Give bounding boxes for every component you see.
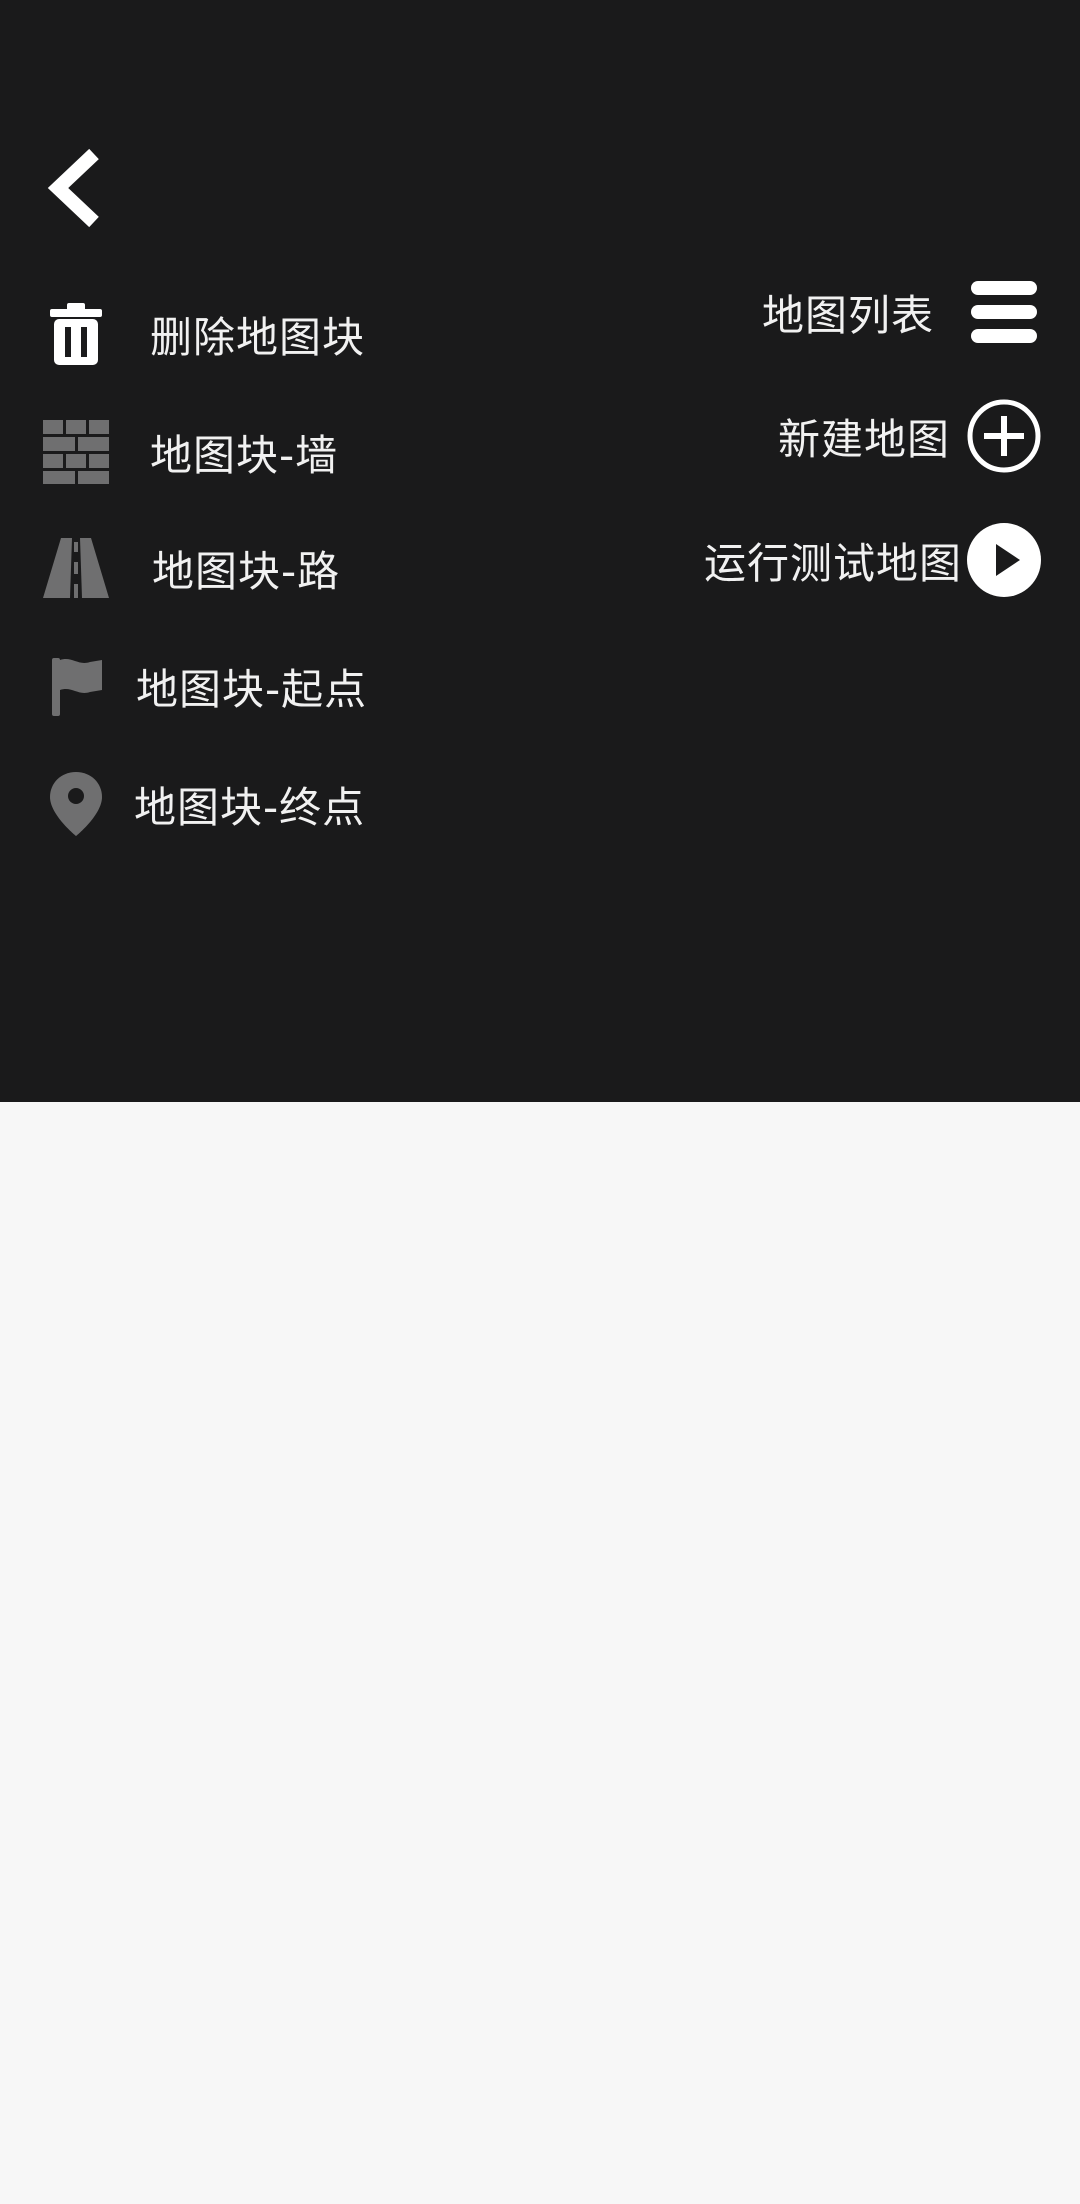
trash-icon	[38, 296, 114, 372]
new-map-button[interactable]: 新建地图	[778, 396, 1044, 476]
flag-icon	[38, 648, 114, 724]
tool-end-tile[interactable]: 地图块-终点	[38, 764, 365, 844]
hamburger-menu-icon	[964, 272, 1044, 352]
tool-delete-tile-label: 删除地图块	[150, 312, 366, 362]
new-map-label: 新建地图	[777, 414, 950, 464]
location-pin-icon	[38, 766, 114, 842]
map-list-label: 地图列表	[761, 290, 934, 340]
tool-road-tile[interactable]: 地图块-路	[38, 528, 340, 608]
back-button[interactable]	[38, 140, 114, 236]
plus-circle-icon	[964, 396, 1044, 476]
tool-start-tile-label: 地图块-起点	[136, 664, 368, 714]
tool-end-tile-label: 地图块-终点	[134, 782, 366, 832]
editor-toolbar-panel: 删除地图块 地图块-墙 地图块-路 地图块-起点 地图块-终点 地图列表 新建地…	[0, 0, 1080, 1102]
road-icon	[38, 530, 114, 606]
chevron-left-icon	[47, 148, 99, 228]
play-circle-icon	[964, 520, 1044, 600]
tool-delete-tile[interactable]: 删除地图块	[38, 294, 365, 374]
tool-start-tile[interactable]: 地图块-起点	[38, 646, 367, 726]
run-test-map-label: 运行测试地图	[703, 538, 962, 588]
tool-wall-tile[interactable]: 地图块-墙	[38, 412, 338, 492]
map-canvas[interactable]	[0, 1102, 1080, 2204]
tool-road-tile-label: 地图块-路	[152, 546, 341, 596]
tool-wall-tile-label: 地图块-墙	[150, 430, 339, 480]
run-test-map-button[interactable]: 运行测试地图	[704, 520, 1044, 600]
map-list-button[interactable]: 地图列表	[762, 272, 1044, 352]
brick-wall-icon	[38, 414, 114, 490]
